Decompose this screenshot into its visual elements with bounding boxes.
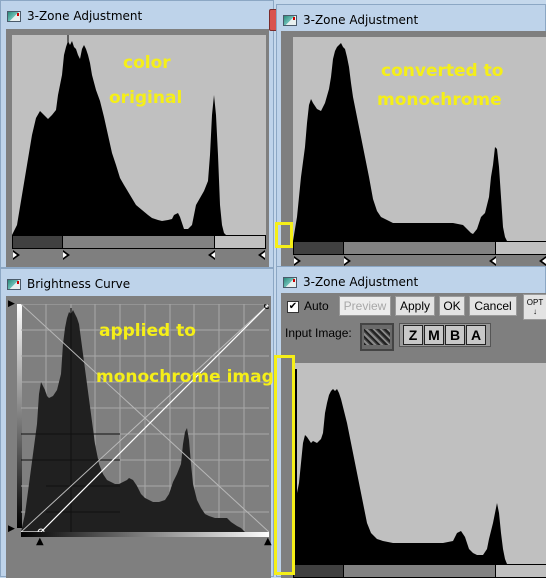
histogram-fill bbox=[12, 41, 226, 235]
client-area: ✔ Auto Preview Apply OK Cancel OPT ↓ Inp… bbox=[281, 293, 546, 578]
zone-slider-row bbox=[12, 249, 266, 261]
zone-midtones bbox=[63, 236, 215, 248]
mode-button-zone[interactable]: Z bbox=[403, 325, 423, 345]
zone-shadows bbox=[13, 236, 63, 248]
slider-handle-shadow[interactable] bbox=[63, 250, 70, 260]
zone-adjustment-window-result: 3-Zone Adjustment ✔ Auto Preview Apply O… bbox=[276, 266, 546, 578]
slider-handle-highlight[interactable] bbox=[489, 256, 496, 266]
input-gradient-bar bbox=[21, 532, 269, 537]
window-title: 3-Zone Adjustment bbox=[303, 13, 419, 27]
zone-highlights bbox=[496, 565, 546, 577]
brightness-curve-window: Brightness Curve ▶ ▶ ▲ ▲ applied to mono… bbox=[0, 268, 285, 578]
annotation-line-1: color bbox=[123, 53, 171, 73]
slider-handle-black[interactable] bbox=[294, 256, 301, 266]
auto-label: Auto bbox=[304, 299, 329, 313]
apply-button[interactable]: Apply bbox=[395, 296, 435, 316]
zone-midtones bbox=[344, 565, 496, 577]
annotation-line-1: converted to bbox=[381, 61, 504, 81]
highlight-box-top bbox=[275, 222, 293, 248]
zone-adjustment-window-mono: 3-Zone Adjustment converted to monochrom… bbox=[276, 4, 546, 269]
options-label: OPT bbox=[526, 298, 544, 307]
app-window-icon bbox=[7, 10, 21, 22]
zone-bar bbox=[293, 241, 546, 255]
slider-handle-highlight[interactable] bbox=[208, 250, 215, 260]
output-top-arrow-icon[interactable]: ▶ bbox=[8, 299, 15, 309]
cancel-button[interactable]: Cancel bbox=[469, 296, 517, 316]
options-button[interactable]: OPT ↓ bbox=[523, 294, 546, 320]
zone-shadows bbox=[294, 565, 344, 577]
histogram-result bbox=[293, 363, 546, 564]
histogram-fill bbox=[21, 310, 245, 532]
slider-handle-white[interactable] bbox=[539, 256, 546, 266]
app-window-icon bbox=[283, 14, 297, 26]
zone-bar bbox=[293, 564, 546, 578]
annotation-line-1: applied to bbox=[99, 321, 196, 341]
input-image-thumbnail[interactable] bbox=[360, 323, 394, 351]
auto-checkbox[interactable]: ✔ bbox=[287, 301, 299, 313]
zone-adjustment-window-color: 3-Zone Adjustment color original bbox=[0, 0, 281, 268]
window-title: 3-Zone Adjustment bbox=[27, 9, 143, 23]
zone-bar bbox=[12, 235, 266, 249]
slider-handle-black[interactable] bbox=[13, 250, 20, 260]
annotation-line-2: monochrome image bbox=[96, 367, 286, 387]
output-bottom-arrow-icon[interactable]: ▶ bbox=[8, 524, 15, 534]
title-bar[interactable]: Brightness Curve bbox=[1, 269, 273, 299]
window-title: 3-Zone Adjustment bbox=[303, 275, 419, 289]
preview-button[interactable]: Preview bbox=[339, 296, 391, 316]
input-white-arrow-icon[interactable]: ▲ bbox=[264, 536, 272, 547]
histogram-graph bbox=[293, 369, 507, 564]
mode-button-a[interactable]: A bbox=[466, 325, 486, 345]
annotation-line-2: monochrome bbox=[377, 90, 502, 110]
arrow-down-icon: ↓ bbox=[533, 307, 537, 316]
histogram-fill bbox=[293, 369, 507, 564]
input-black-arrow-icon[interactable]: ▲ bbox=[36, 536, 44, 547]
annotation-line-2: original bbox=[109, 88, 183, 108]
ok-button[interactable]: OK bbox=[439, 296, 465, 316]
zone-highlights bbox=[215, 236, 265, 248]
zone-midtones bbox=[344, 242, 496, 254]
zone-highlights bbox=[496, 242, 546, 254]
zone-shadows bbox=[294, 242, 344, 254]
input-image-label: Input Image: bbox=[285, 326, 352, 340]
highlight-box-bottom bbox=[274, 355, 295, 575]
app-window-icon bbox=[283, 276, 297, 288]
title-bar[interactable]: 3-Zone Adjustment bbox=[1, 1, 273, 31]
slider-handle-white[interactable] bbox=[258, 250, 265, 260]
slider-handle-shadow[interactable] bbox=[344, 256, 351, 266]
app-window-icon bbox=[7, 278, 21, 290]
mode-button-m[interactable]: M bbox=[424, 325, 444, 345]
window-title: Brightness Curve bbox=[27, 277, 131, 291]
mode-button-b[interactable]: B bbox=[445, 325, 465, 345]
